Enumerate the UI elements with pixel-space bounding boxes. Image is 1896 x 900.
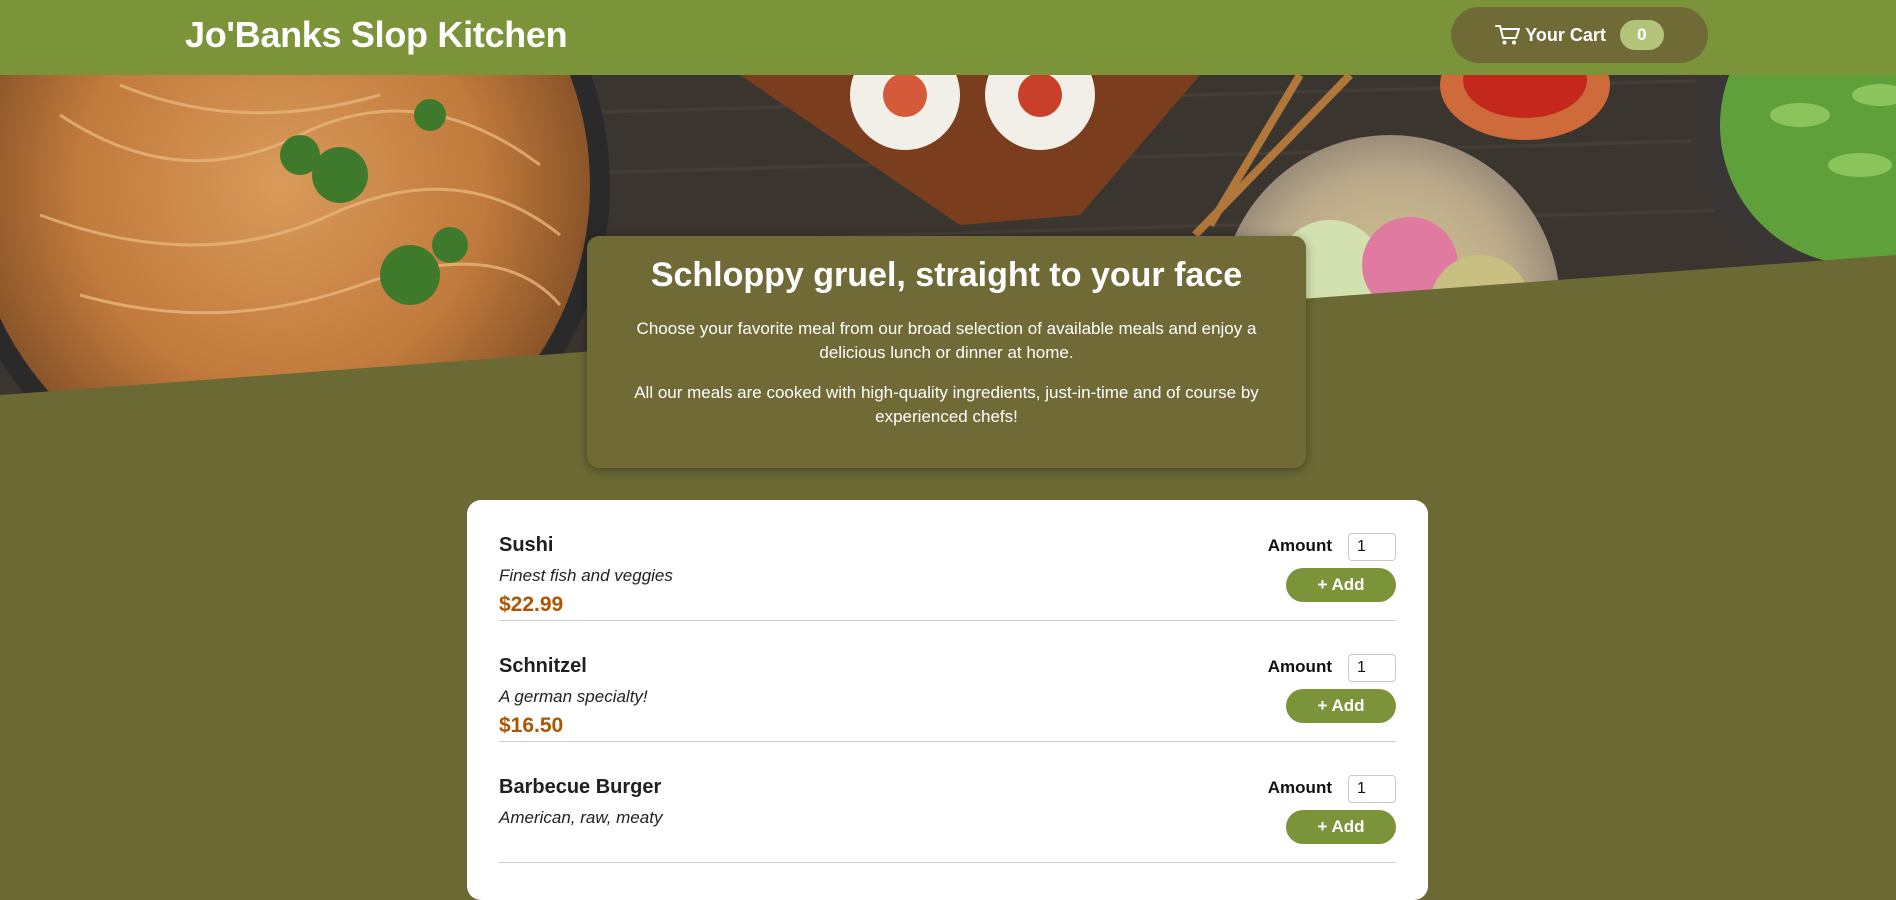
meal-description: Finest fish and veggies bbox=[499, 566, 673, 585]
meal-item: Barbecue Burger American, raw, meaty Amo… bbox=[499, 742, 1396, 863]
brand-title: Jo'Banks Slop Kitchen bbox=[185, 14, 568, 55]
summary-title: Schloppy gruel, straight to your face bbox=[650, 256, 1243, 294]
meal-name: Barbecue Burger bbox=[499, 776, 662, 798]
add-button[interactable]: + Add bbox=[1286, 568, 1396, 602]
meal-description: American, raw, meaty bbox=[499, 808, 663, 827]
meals-list: Sushi Finest fish and veggies $22.99 Amo… bbox=[467, 500, 1428, 900]
meal-price: $22.99 bbox=[499, 593, 564, 616]
meal-name: Sushi bbox=[499, 534, 554, 556]
amount-input[interactable] bbox=[1348, 775, 1396, 803]
meal-price: $16.50 bbox=[499, 714, 564, 737]
amount-input[interactable] bbox=[1348, 654, 1396, 682]
cart-label: Your Cart bbox=[1525, 24, 1606, 45]
summary-card: Schloppy gruel, straight to your face Ch… bbox=[587, 236, 1306, 468]
summary-paragraph-1: Choose your favorite meal from our broad… bbox=[636, 319, 1257, 362]
summary-paragraph-2: All our meals are cooked with high-quali… bbox=[634, 383, 1259, 426]
cart-button[interactable]: Your Cart 0 bbox=[1451, 7, 1708, 63]
meal-description: A german specialty! bbox=[499, 687, 648, 706]
cart-count-badge: 0 bbox=[1619, 20, 1664, 50]
amount-input[interactable] bbox=[1348, 533, 1396, 561]
meal-item: Schnitzel A german specialty! $16.50 Amo… bbox=[499, 621, 1396, 742]
amount-label: Amount bbox=[1267, 778, 1332, 797]
add-button[interactable]: + Add bbox=[1286, 810, 1396, 844]
meal-item: Sushi Finest fish and veggies $22.99 Amo… bbox=[499, 500, 1396, 621]
meal-name: Schnitzel bbox=[499, 655, 587, 677]
add-button[interactable]: + Add bbox=[1286, 689, 1396, 723]
cart-icon bbox=[1495, 25, 1521, 45]
amount-label: Amount bbox=[1267, 536, 1332, 555]
amount-label: Amount bbox=[1267, 657, 1332, 676]
top-header: Jo'Banks Slop Kitchen Your Cart 0 bbox=[0, 0, 1896, 75]
